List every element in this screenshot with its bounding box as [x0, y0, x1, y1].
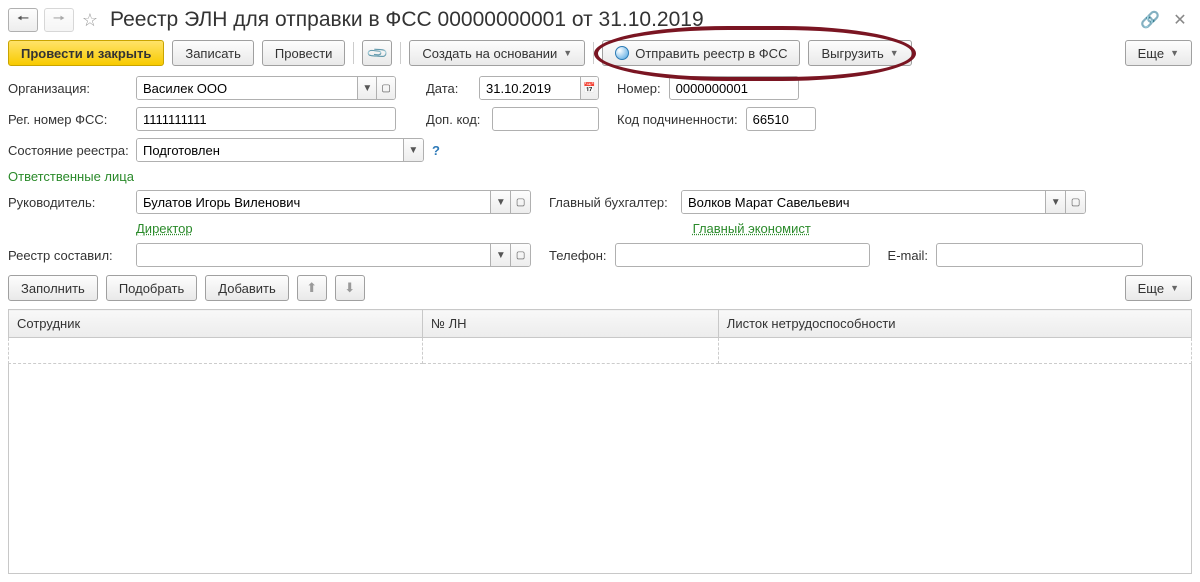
- post-and-close-label: Провести и закрыть: [21, 46, 151, 61]
- head-input[interactable]: [137, 191, 490, 213]
- more-button[interactable]: Еще ▼: [1125, 40, 1192, 66]
- reg-fss-input[interactable]: [136, 107, 396, 131]
- move-up-button[interactable]: ⬆: [297, 275, 327, 301]
- post-label: Провести: [275, 46, 333, 61]
- toolbar-separator: [400, 42, 401, 64]
- fill-button[interactable]: Заполнить: [8, 275, 98, 301]
- email-label: E-mail:: [888, 248, 928, 263]
- forward-button[interactable]: 🠖: [44, 8, 74, 32]
- open-addon[interactable]: ▢: [510, 191, 530, 213]
- more-button-sub[interactable]: Еще ▼: [1125, 275, 1192, 301]
- state-label: Состояние реестра:: [8, 143, 128, 158]
- sub-code-input[interactable]: [746, 107, 816, 131]
- select-button[interactable]: Подобрать: [106, 275, 197, 301]
- head-label: Руководитель:: [8, 195, 128, 210]
- chevron-down-icon: ▼: [1170, 283, 1179, 293]
- add-button[interactable]: Добавить: [205, 275, 288, 301]
- close-icon[interactable]: ✕: [1168, 8, 1192, 32]
- responsible-section-title: Ответственные лица: [8, 169, 1192, 184]
- col-ln[interactable]: № ЛН: [423, 310, 719, 338]
- select-label: Подобрать: [119, 281, 184, 296]
- sub-code-label: Код подчиненности:: [617, 112, 738, 127]
- open-addon[interactable]: ▢: [510, 244, 530, 266]
- phone-input[interactable]: [615, 243, 870, 267]
- link-icon[interactable]: 🔗: [1138, 8, 1162, 32]
- fill-label: Заполнить: [21, 281, 85, 296]
- more-label: Еще: [1138, 46, 1164, 61]
- send-registry-label: Отправить реестр в ФСС: [635, 46, 787, 61]
- dropdown-addon[interactable]: ▼: [490, 244, 510, 266]
- send-registry-button[interactable]: Отправить реестр в ФСС: [602, 40, 800, 66]
- number-label: Номер:: [617, 81, 661, 96]
- page-title: Реестр ЭЛН для отправки в ФСС 0000000000…: [110, 8, 1132, 32]
- help-icon[interactable]: ?: [432, 143, 440, 158]
- org-input[interactable]: [137, 77, 357, 99]
- accountant-position-link[interactable]: Главный экономист: [693, 221, 811, 236]
- toolbar-separator: [353, 42, 354, 64]
- create-based-button[interactable]: Создать на основании ▼: [409, 40, 585, 66]
- move-down-button[interactable]: ⬇: [335, 275, 365, 301]
- date-label: Дата:: [426, 81, 471, 96]
- attach-button[interactable]: 📎: [362, 40, 392, 66]
- post-button[interactable]: Провести: [262, 40, 346, 66]
- accountant-label: Главный бухгалтер:: [549, 195, 673, 210]
- org-label: Организация:: [8, 81, 128, 96]
- toolbar-separator: [593, 42, 594, 64]
- globe-icon: [615, 46, 629, 60]
- save-button[interactable]: Записать: [172, 40, 254, 66]
- chevron-down-icon: ▼: [1170, 48, 1179, 58]
- col-sheet[interactable]: Листок нетрудоспособности: [718, 310, 1191, 338]
- table-empty-area[interactable]: [8, 364, 1192, 574]
- open-addon[interactable]: ▢: [376, 77, 395, 99]
- add-label: Добавить: [218, 281, 275, 296]
- number-input[interactable]: [669, 76, 799, 100]
- back-button[interactable]: 🠔: [8, 8, 38, 32]
- open-addon[interactable]: ▢: [1065, 191, 1085, 213]
- chevron-down-icon: ▼: [890, 48, 899, 58]
- save-label: Записать: [185, 46, 241, 61]
- accountant-input[interactable]: [682, 191, 1045, 213]
- registry-table: Сотрудник № ЛН Листок нетрудоспособности: [8, 309, 1192, 364]
- date-input[interactable]: [480, 77, 580, 99]
- reg-fss-label: Рег. номер ФСС:: [8, 112, 128, 127]
- email-input[interactable]: [936, 243, 1143, 267]
- create-based-label: Создать на основании: [422, 46, 557, 61]
- compiled-input[interactable]: [137, 244, 490, 266]
- dropdown-addon[interactable]: ▼: [357, 77, 376, 99]
- dropdown-addon[interactable]: ▼: [1045, 191, 1065, 213]
- favorite-icon[interactable]: ☆: [80, 10, 100, 30]
- state-input[interactable]: [137, 139, 403, 161]
- export-label: Выгрузить: [821, 46, 883, 61]
- head-position-link[interactable]: Директор: [136, 221, 193, 236]
- calendar-addon[interactable]: 📅: [580, 77, 598, 99]
- col-employee[interactable]: Сотрудник: [9, 310, 423, 338]
- more-sub-label: Еще: [1138, 281, 1164, 296]
- dop-code-label: Доп. код:: [426, 112, 484, 127]
- dropdown-addon[interactable]: ▼: [490, 191, 510, 213]
- phone-label: Телефон:: [549, 248, 607, 263]
- dop-code-input[interactable]: [492, 107, 599, 131]
- table-row[interactable]: [9, 338, 1192, 364]
- export-button[interactable]: Выгрузить ▼: [808, 40, 911, 66]
- post-and-close-button[interactable]: Провести и закрыть: [8, 40, 164, 66]
- compiled-label: Реестр составил:: [8, 248, 128, 263]
- chevron-down-icon: ▼: [563, 48, 572, 58]
- paperclip-icon: 📎: [365, 41, 389, 65]
- dropdown-addon[interactable]: ▼: [403, 139, 423, 161]
